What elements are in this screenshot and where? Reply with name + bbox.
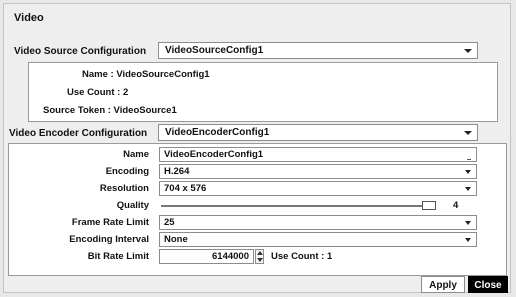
resolution-dropdown[interactable]: 704 x 576 [159, 181, 477, 196]
bit-rate-limit-label: Bit Rate Limit [87, 251, 149, 262]
video-source-config-dropdown[interactable]: VideoSourceConfig1 [158, 42, 478, 59]
resolution-label: Resolution [99, 183, 149, 194]
video-settings-window: Video Video Source Configuration VideoSo… [3, 3, 511, 293]
encoding-interval-value: None [164, 234, 188, 245]
video-source-info-box: Name : VideoSourceConfig1 Use Count : 2 … [28, 62, 498, 122]
video-encoder-config-label: Video Encoder Configuration [9, 128, 148, 139]
encoder-name-label: Name [123, 149, 149, 160]
spin-down-icon[interactable] [257, 258, 263, 262]
window-title: Video [14, 12, 44, 24]
chevron-down-icon [465, 170, 471, 174]
apply-button[interactable]: Apply [421, 276, 465, 293]
quality-value: 4 [453, 200, 459, 211]
quality-label: Quality [116, 200, 149, 211]
bit-rate-limit-value: 6144000 [212, 251, 249, 262]
source-name-line: Name : VideoSourceConfig1 [82, 69, 210, 80]
encoding-dropdown[interactable]: H.264 [159, 164, 477, 179]
frame-rate-limit-value: 25 [164, 217, 175, 228]
source-use-count-line: Use Count : 2 [67, 87, 129, 98]
chevron-down-icon [465, 221, 471, 225]
chevron-down-icon [465, 187, 471, 191]
video-encoder-config-dropdown[interactable]: VideoEncoderConfig1 [158, 124, 478, 141]
encoder-name-value: VideoEncoderConfig1 [164, 149, 264, 160]
encoding-value: H.264 [164, 166, 190, 177]
video-encoder-config-value: VideoEncoderConfig1 [165, 127, 270, 138]
encoding-label: Encoding [105, 166, 149, 177]
bit-rate-limit-input[interactable]: 6144000 [159, 249, 254, 264]
encoder-use-count: Use Count : 1 [271, 251, 333, 262]
frame-rate-limit-dropdown[interactable]: 25 [159, 215, 477, 230]
quality-slider-track[interactable] [161, 205, 429, 207]
frame-rate-limit-label: Frame Rate Limit [71, 217, 149, 228]
encoding-interval-label: Encoding Interval [69, 234, 149, 245]
video-encoder-settings-box: Name VideoEncoderConfig1 Encoding H.264 … [8, 143, 507, 276]
source-token-line: Source Token : VideoSource1 [43, 105, 177, 116]
resolution-value: 704 x 576 [164, 183, 207, 194]
video-source-config-label: Video Source Configuration [14, 46, 147, 57]
quality-slider-thumb[interactable] [422, 201, 436, 210]
text-caret-icon [467, 157, 471, 160]
video-source-config-value: VideoSourceConfig1 [165, 45, 264, 56]
chevron-down-icon [465, 238, 471, 242]
bit-rate-spinner[interactable] [255, 249, 264, 264]
encoder-name-input[interactable]: VideoEncoderConfig1 [159, 147, 477, 162]
spin-up-icon[interactable] [257, 251, 263, 255]
close-button[interactable]: Close [468, 276, 508, 293]
chevron-down-icon [464, 131, 472, 135]
encoding-interval-dropdown[interactable]: None [159, 232, 477, 247]
chevron-down-icon [464, 49, 472, 53]
